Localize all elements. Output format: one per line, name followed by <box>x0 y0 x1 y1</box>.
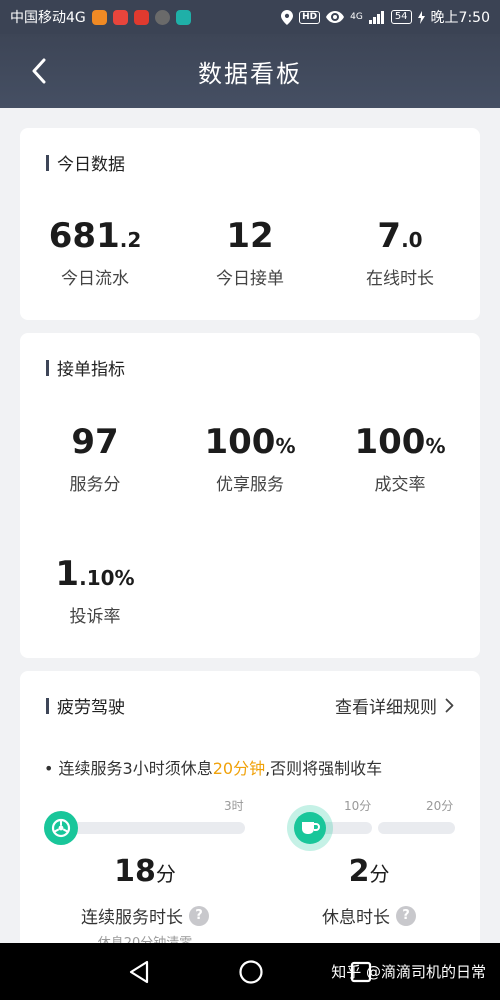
metric-decimal: % <box>425 434 446 458</box>
carrier-label: 中国移动4G <box>10 10 86 26</box>
question-mark-icon[interactable]: ? <box>189 905 209 926</box>
metric-decimal: .2 <box>119 228 142 252</box>
today-orders-metric[interactable]: 12 今日接单 <box>175 216 325 289</box>
app-notification-icon <box>175 9 191 25</box>
metric-value: 100 <box>204 422 276 462</box>
clock: 晚上7:50 <box>430 10 490 26</box>
online-hours-metric[interactable]: 7.0 在线时长 <box>325 216 475 289</box>
system-navigation-bar: 知乎 @滴滴司机的日常 <box>0 943 500 1000</box>
chevron-right-icon <box>445 698 454 713</box>
metric-value: 1 <box>55 554 80 594</box>
rest-progress-track-2 <box>378 822 455 834</box>
today-card-title: 今日数据 <box>57 155 125 175</box>
metric-label: 优享服务 <box>216 475 284 495</box>
order-indicators-card: 接单指标 97 服务分 100% 优享服务 100% 成交率 1.10% 投诉率 <box>20 333 480 658</box>
fatigue-driving-card: 疲劳驾驶 查看详细规则 • 连续服务3小时须休息20分钟,否则将强制收车 3时 … <box>20 671 480 971</box>
location-icon <box>281 9 294 25</box>
card-title: 今日数据 <box>46 150 125 175</box>
app-notification-icon <box>112 9 128 25</box>
back-arrow-icon <box>32 58 46 84</box>
deal-rate-metric[interactable]: 100% 成交率 <box>325 422 475 495</box>
complaint-rate-metric[interactable]: 1.10% 投诉率 <box>20 554 170 627</box>
status-bar: 中国移动4G HD 4G 54 晚上7:50 <box>0 0 500 34</box>
metric-label: 在线时长 <box>366 269 434 289</box>
indicators-card-title: 接单指标 <box>57 360 125 380</box>
metric-label: 今日流水 <box>61 269 129 289</box>
today-data-card: 今日数据 681.2 今日流水 12 今日接单 7.0 在线时长 <box>20 128 480 320</box>
notice-text: • 连续服务3小时须休息 <box>44 759 213 778</box>
stat-label: 休息时长 <box>322 908 390 928</box>
continuous-service-stat: 18分 连续服务时长? 休息20分钟清零 <box>55 854 235 951</box>
rest-duration-stat: 2分 休息时长? <box>279 854 459 928</box>
page-title: 数据看板 <box>198 59 302 88</box>
stat-unit: 分 <box>369 862 390 886</box>
rest-max-tick: 20分 <box>426 799 454 813</box>
title-accent-bar <box>46 154 49 171</box>
stat-label: 连续服务时长 <box>81 908 183 928</box>
hd-badge: HD <box>299 10 321 24</box>
rules-link-label: 查看详细规则 <box>335 698 437 718</box>
card-title: 疲劳驾驶 <box>46 693 125 718</box>
network-type: 4G <box>350 12 363 22</box>
eye-icon <box>326 11 345 23</box>
metric-decimal: .0 <box>401 228 423 252</box>
metric-label: 投诉率 <box>69 607 121 627</box>
stat-value: 2 <box>348 854 370 889</box>
metric-decimal: % <box>275 434 296 458</box>
rest-mid-tick: 10分 <box>344 799 372 813</box>
app-notification-icon <box>91 9 107 25</box>
metric-decimal: .10% <box>79 566 135 590</box>
question-mark-icon[interactable]: ? <box>396 905 416 926</box>
premium-service-metric[interactable]: 100% 优享服务 <box>175 422 325 495</box>
nav-home-icon[interactable] <box>238 959 264 985</box>
metric-value: 681 <box>48 216 120 256</box>
stat-value: 18 <box>114 854 156 889</box>
service-score-metric[interactable]: 97 服务分 <box>20 422 170 495</box>
battery-level: 54 <box>390 10 412 24</box>
metric-label: 服务分 <box>69 475 121 495</box>
stat-unit: 分 <box>155 862 176 886</box>
card-title: 接单指标 <box>46 355 125 380</box>
metric-label: 今日接单 <box>216 269 284 289</box>
metric-label: 成交率 <box>374 475 426 495</box>
watermark-text: 知乎 @滴滴司机的日常 <box>331 963 486 981</box>
service-max-tick: 3时 <box>224 799 244 813</box>
notice-text: ,否则将强制收车 <box>265 759 383 778</box>
metric-value: 100 <box>354 422 426 462</box>
back-button[interactable] <box>22 54 56 88</box>
rest-progress-knob <box>294 812 326 844</box>
steering-wheel-icon <box>51 818 71 838</box>
metric-value: 12 <box>226 216 274 256</box>
today-income-metric[interactable]: 681.2 今日流水 <box>20 216 170 289</box>
metric-value: 97 <box>71 422 119 462</box>
view-rules-link[interactable]: 查看详细规则 <box>335 693 454 718</box>
coffee-cup-icon <box>302 822 320 834</box>
title-accent-bar <box>46 697 49 714</box>
signal-icon <box>368 10 384 24</box>
title-accent-bar <box>46 359 49 376</box>
fatigue-card-title: 疲劳驾驶 <box>57 698 125 718</box>
charging-icon <box>417 10 425 24</box>
service-progress-knob <box>44 811 78 845</box>
notice-highlight: 20分钟 <box>212 759 266 778</box>
header-bar: 数据看板 <box>0 34 500 108</box>
metric-value: 7 <box>377 216 402 256</box>
fatigue-notice: • 连续服务3小时须休息20分钟,否则将强制收车 <box>44 755 382 779</box>
app-notification-icon <box>154 9 170 25</box>
app-notification-icon <box>133 9 149 25</box>
nav-back-icon[interactable] <box>128 960 150 984</box>
